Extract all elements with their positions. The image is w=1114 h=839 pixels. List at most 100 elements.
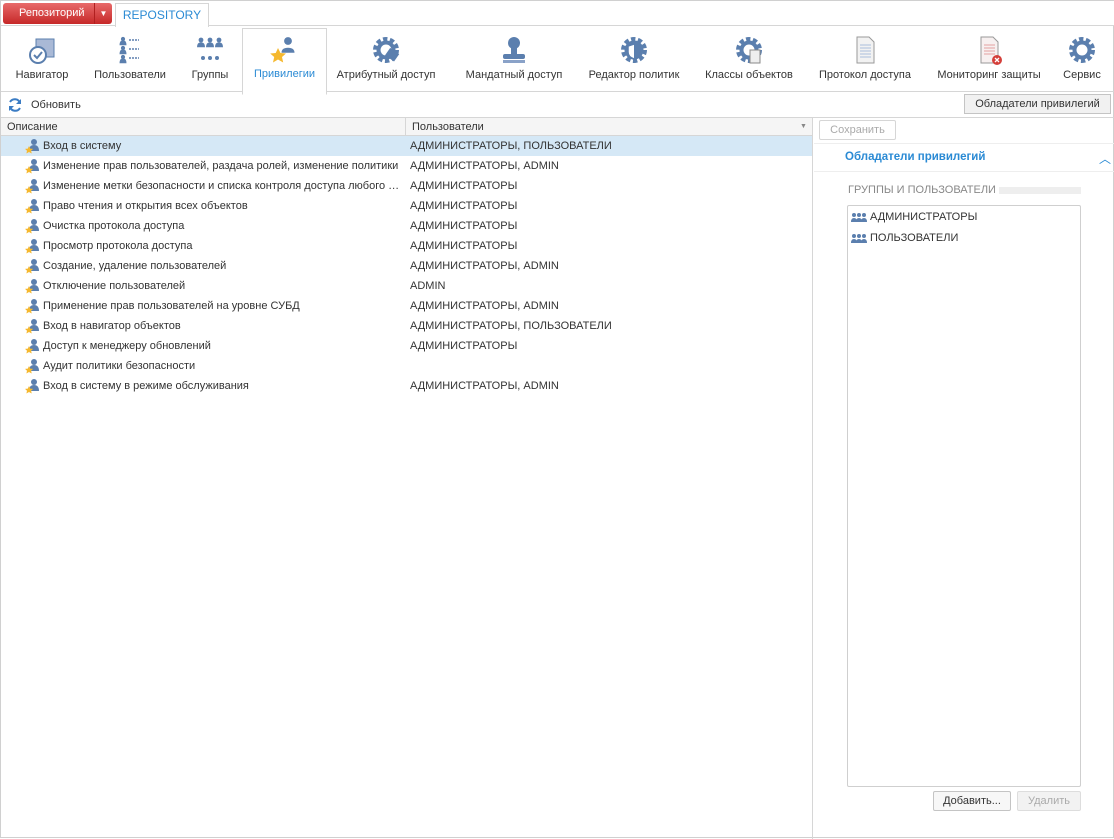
list-item[interactable]: ПОЛЬЗОВАТЕЛИ bbox=[848, 228, 1080, 248]
column-divider[interactable] bbox=[405, 118, 406, 136]
ribbon-tab-label: Атрибутный доступ bbox=[336, 69, 436, 81]
column-menu-icon[interactable]: ▼ bbox=[800, 118, 807, 136]
policy-shield-icon bbox=[621, 37, 647, 63]
privileges-icon bbox=[269, 37, 294, 63]
ribbon-tab-7[interactable]: Классы объектов bbox=[695, 26, 803, 92]
privilege-icon bbox=[25, 339, 39, 354]
privilege-description: Создание, удаление пользователей bbox=[43, 260, 227, 272]
refresh-button[interactable]: Обновить bbox=[7, 96, 81, 114]
privilege-users: АДМИНИСТРАТОРЫ, ADMIN bbox=[410, 380, 559, 392]
chevron-down-icon[interactable]: ▼ bbox=[94, 3, 112, 24]
ribbon-tab-0[interactable]: Навигатор bbox=[3, 26, 81, 92]
add-button[interactable]: Добавить... bbox=[933, 791, 1011, 811]
privileges-grid: Описание Пользователи ▼ Вход в систему АД… bbox=[1, 118, 813, 839]
chevron-up-icon[interactable]: ︿ bbox=[1099, 150, 1111, 167]
repository-label: Репозиторий bbox=[19, 7, 85, 19]
ribbon-tab-1[interactable]: Пользователи bbox=[85, 26, 175, 92]
table-row[interactable]: Вход в навигатор объектов АДМИНИСТРАТОРЫ,… bbox=[1, 316, 812, 336]
ribbon-tab-2[interactable]: Группы bbox=[177, 26, 243, 92]
groups-users-label: ГРУППЫ И ПОЛЬЗОВАТЕЛИ bbox=[848, 184, 996, 196]
ribbon-tab-label: Группы bbox=[191, 69, 229, 81]
save-button[interactable]: Сохранить bbox=[819, 120, 896, 140]
ribbon-tab-10[interactable]: Сервис bbox=[1053, 26, 1111, 92]
privilege-icon bbox=[25, 179, 39, 194]
privilege-description: Вход в систему в режиме обслуживания bbox=[43, 380, 249, 392]
gear-icon bbox=[1069, 37, 1095, 63]
privilege-users: ADMIN bbox=[410, 280, 446, 292]
privilege-icon bbox=[25, 239, 39, 254]
privilege-icon bbox=[25, 259, 39, 274]
section-title: Обладатели привилегий bbox=[845, 151, 986, 163]
table-row[interactable]: Создание, удаление пользователей АДМИНИСТ… bbox=[1, 256, 812, 276]
ribbon-tab-label: Классы объектов bbox=[705, 69, 793, 81]
holders-section-header[interactable]: Обладатели привилегий ︿ bbox=[814, 143, 1114, 172]
ribbon: Навигатор Пользователи Группы Привилегии Атр… bbox=[1, 26, 1114, 95]
privilege-description: Просмотр протокола доступа bbox=[43, 240, 193, 252]
table-row[interactable]: Отключение пользователей ADMIN bbox=[1, 276, 812, 296]
table-row[interactable]: Применение прав пользователей на уровне … bbox=[1, 296, 812, 316]
holders-list[interactable]: АДМИНИСТРАТОРЫ ПОЛЬЗОВАТЕЛИ bbox=[847, 205, 1081, 787]
privilege-users: АДМИНИСТРАТОРЫ bbox=[410, 340, 518, 352]
toolbar: Обновить Обладатели привилегий bbox=[1, 92, 1114, 118]
privilege-users: АДМИНИСТРАТОРЫ, ADMIN bbox=[410, 160, 559, 172]
ribbon-tab-label: Навигатор bbox=[15, 69, 69, 81]
security-monitor-icon bbox=[980, 36, 1002, 65]
list-item[interactable]: АДМИНИСТРАТОРЫ bbox=[848, 207, 1080, 227]
privilege-icon bbox=[25, 379, 39, 394]
privilege-description: Вход в систему bbox=[43, 140, 122, 152]
privilege-icon bbox=[25, 139, 39, 154]
ribbon-tab-label: Сервис bbox=[1063, 69, 1101, 81]
ribbon-tab-label: Редактор политик bbox=[588, 69, 680, 81]
column-header-description[interactable]: Описание bbox=[7, 118, 58, 136]
ribbon-tab-9[interactable]: Мониторинг защиты bbox=[929, 26, 1049, 92]
tab-repository[interactable]: REPOSITORY bbox=[115, 3, 209, 27]
privilege-users: АДМИНИСТРАТОРЫ, ADMIN bbox=[410, 300, 559, 312]
ribbon-tab-label: Привилегии bbox=[254, 68, 315, 80]
table-row[interactable]: Изменение прав пользователей, раздача ро… bbox=[1, 156, 812, 176]
top-bar: Репозиторий ▼ REPOSITORY bbox=[1, 1, 1114, 27]
ribbon-tab-label: Мониторинг защиты bbox=[937, 69, 1041, 81]
holder-name: АДМИНИСТРАТОРЫ bbox=[870, 211, 978, 223]
ribbon-tab-label: Протокол доступа bbox=[819, 69, 911, 81]
privilege-users: АДМИНИСТРАТОРЫ, ПОЛЬЗОВАТЕЛИ bbox=[410, 320, 612, 332]
ribbon-tab-label: Пользователи bbox=[94, 69, 166, 81]
table-row[interactable]: Аудит политики безопасности bbox=[1, 356, 812, 376]
privilege-icon bbox=[25, 219, 39, 234]
table-row[interactable]: Доступ к менеджеру обновлений АДМИНИСТРАТ… bbox=[1, 336, 812, 356]
table-row[interactable]: Очистка протокола доступа АДМИНИСТРАТОРЫ bbox=[1, 216, 812, 236]
privilege-description: Применение прав пользователей на уровне … bbox=[43, 300, 300, 312]
privilege-description: Очистка протокола доступа bbox=[43, 220, 185, 232]
privilege-users: АДМИНИСТРАТОРЫ, ADMIN bbox=[410, 260, 559, 272]
stamp-icon bbox=[503, 37, 525, 63]
ribbon-tab-6[interactable]: Редактор политик bbox=[579, 26, 689, 92]
ribbon-tab-3[interactable]: Привилегии bbox=[242, 28, 327, 95]
ribbon-tab-4[interactable]: Атрибутный доступ bbox=[331, 26, 441, 92]
privilege-holders-button[interactable]: Обладатели привилегий bbox=[964, 94, 1111, 114]
privilege-users: АДМИНИСТРАТОРЫ, ПОЛЬЗОВАТЕЛИ bbox=[410, 140, 612, 152]
table-row[interactable]: Вход в систему АДМИНИСТРАТОРЫ, ПОЛЬЗОВАТЕ… bbox=[1, 136, 812, 156]
access-log-icon bbox=[856, 36, 875, 64]
ribbon-tab-8[interactable]: Протокол доступа bbox=[809, 26, 921, 92]
privilege-description: Изменение метки безопасности и списка ко… bbox=[43, 180, 401, 192]
column-header-users[interactable]: Пользователи bbox=[412, 118, 484, 136]
group-icon bbox=[851, 234, 867, 243]
table-row[interactable]: Изменение метки безопасности и списка ко… bbox=[1, 176, 812, 196]
privilege-description: Доступ к менеджеру обновлений bbox=[43, 340, 211, 352]
holder-name: ПОЛЬЗОВАТЕЛИ bbox=[870, 232, 959, 244]
attribute-access-icon bbox=[373, 37, 400, 63]
privilege-icon bbox=[25, 299, 39, 314]
object-classes-icon bbox=[736, 37, 762, 64]
privilege-icon bbox=[25, 279, 39, 294]
label-divider bbox=[999, 187, 1081, 194]
table-row[interactable]: Право чтения и открытия всех объектов АДМ… bbox=[1, 196, 812, 216]
ribbon-tab-label: Мандатный доступ bbox=[465, 69, 563, 81]
ribbon-tab-5[interactable]: Мандатный доступ bbox=[456, 26, 572, 92]
refresh-icon bbox=[9, 98, 21, 112]
privilege-description: Вход в навигатор объектов bbox=[43, 320, 181, 332]
privilege-icon bbox=[25, 319, 39, 334]
delete-button[interactable]: Удалить bbox=[1017, 791, 1081, 811]
privilege-description: Изменение прав пользователей, раздача ро… bbox=[43, 160, 399, 172]
table-row[interactable]: Вход в систему в режиме обслуживания АДМИ… bbox=[1, 376, 812, 396]
table-row[interactable]: Просмотр протокола доступа АДМИНИСТРАТОРЫ bbox=[1, 236, 812, 256]
repository-menu-button[interactable]: Репозиторий ▼ bbox=[3, 3, 112, 24]
